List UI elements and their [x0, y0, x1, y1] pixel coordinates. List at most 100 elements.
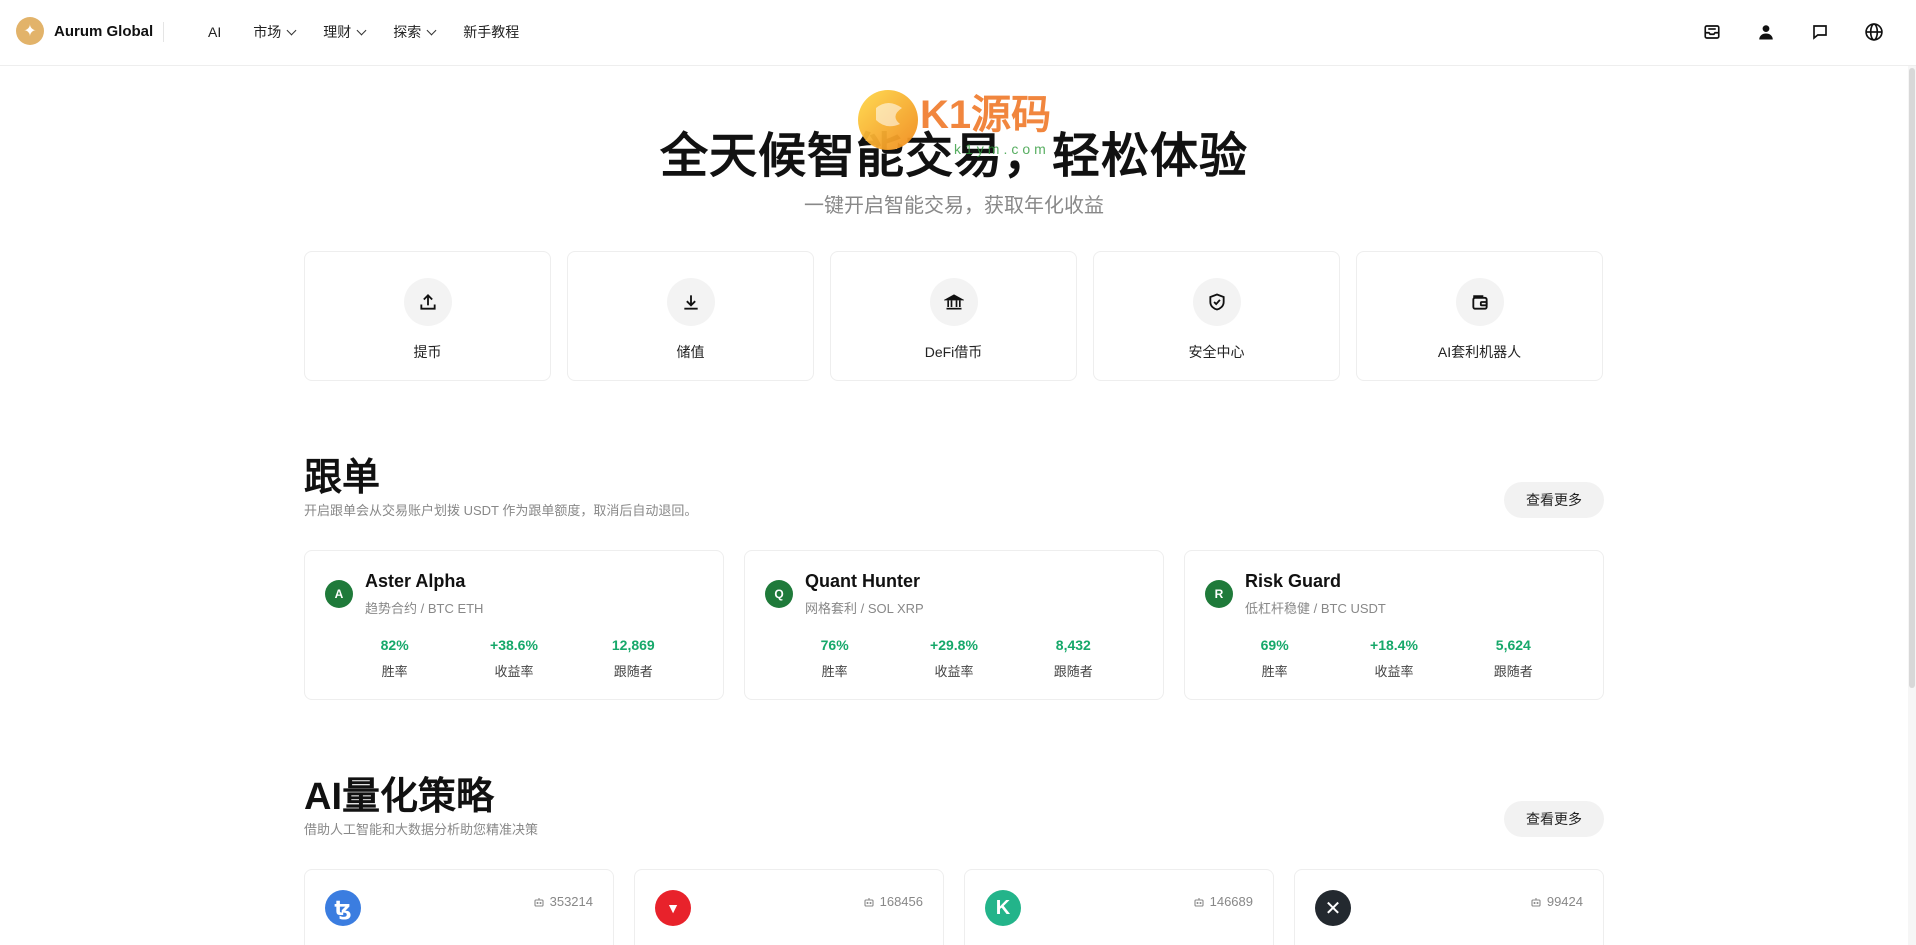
- stat-followers: 5,624 跟随者: [1463, 637, 1563, 680]
- quick-action-label: 储值: [676, 344, 705, 360]
- stat-value: 82%: [380, 637, 409, 653]
- chevron-down-icon: [426, 25, 437, 35]
- strategy-user-count: 353214: [533, 894, 593, 909]
- stat-value: 69%: [1260, 637, 1289, 653]
- nav-divider: [163, 22, 164, 42]
- stat-followers: 12,869 跟随者: [583, 637, 683, 680]
- trader-name: Aster Alpha: [365, 571, 466, 591]
- robot-icon: [1194, 897, 1204, 907]
- stat-followers: 8,432 跟随者: [1023, 637, 1123, 680]
- ai-strategy-title: AI量化策略: [304, 776, 495, 818]
- stat-label: 跟随者: [1053, 664, 1093, 679]
- bank-icon: [929, 278, 978, 326]
- stat-label: 胜率: [381, 664, 408, 679]
- globe-icon[interactable]: [1862, 20, 1886, 44]
- menu-item-label: 理财: [323, 24, 352, 40]
- count-value: 146689: [1209, 894, 1253, 909]
- top-nav: ✦ Aurum Global AI 市场 理财 探索 新手教程: [0, 0, 1916, 66]
- robot-icon: [1531, 897, 1541, 907]
- strategy-user-count: 146689: [1193, 894, 1253, 909]
- stat-value: 76%: [820, 637, 849, 653]
- quick-actions: 提币 储值 DeFi借币 安全中心 AI套利机器人: [304, 251, 1603, 381]
- hero-subtitle: 一键开启智能交易，获取年化收益: [804, 195, 1104, 217]
- menu-item-tutorial[interactable]: 新手教程: [463, 22, 519, 42]
- download-icon: [666, 278, 715, 326]
- stat-label: 收益率: [1374, 664, 1414, 679]
- robot-icon: [534, 897, 544, 907]
- strategy-card[interactable]: K 146689: [964, 869, 1274, 945]
- wallet-icon: [1455, 278, 1504, 326]
- chat-icon[interactable]: [1808, 20, 1832, 44]
- trader-name: Quant Hunter: [805, 571, 920, 591]
- stat-win-rate: 69% 胜率: [1225, 637, 1325, 680]
- quick-action-label: DeFi借币: [924, 344, 983, 360]
- ai-strategy-desc: 借助人工智能和大数据分析助您精准决策: [304, 822, 539, 837]
- robot-icon: [864, 897, 874, 907]
- trader-strategy: 网格套利 / SOL XRP: [805, 601, 924, 616]
- stat-value: +18.4%: [1370, 637, 1418, 653]
- brand[interactable]: ✦ Aurum Global: [16, 17, 153, 45]
- xrp-icon: ✕: [1315, 890, 1351, 926]
- trader-card[interactable]: A Aster Alpha 趋势合约 / BTC ETH 82% 胜率 +38.6…: [304, 550, 724, 700]
- trader-card[interactable]: R Risk Guard 低杠杆稳健 / BTC USDT 69% 胜率 +18.…: [1184, 550, 1604, 700]
- quick-action-defi-loan[interactable]: DeFi借币: [830, 251, 1077, 381]
- stat-value: 12,869: [611, 637, 655, 653]
- strategy-user-count: 99424: [1530, 894, 1583, 909]
- menu-item-finance[interactable]: 理财: [323, 22, 367, 42]
- trader-stats: 82% 胜率 +38.6% 收益率 12,869 跟随者: [305, 637, 723, 680]
- menu-item-ai[interactable]: AI: [208, 22, 221, 42]
- stat-label: 收益率: [934, 664, 974, 679]
- avatar: R: [1205, 580, 1233, 608]
- trader-stats: 76% 胜率 +29.8% 收益率 8,432 跟随者: [745, 637, 1163, 680]
- inbox-icon[interactable]: [1700, 20, 1724, 44]
- menu-item-market[interactable]: 市场: [253, 22, 297, 42]
- strategy-card[interactable]: ✕ 99424: [1294, 869, 1604, 945]
- stat-value: 8,432: [1055, 637, 1091, 653]
- ai-strategy-more-button[interactable]: 查看更多: [1504, 801, 1604, 837]
- stat-label: 胜率: [1261, 664, 1288, 679]
- trader-strategy: 低杠杆稳健 / BTC USDT: [1245, 601, 1386, 616]
- count-value: 99424: [1546, 894, 1583, 909]
- menu-item-label: AI: [208, 24, 222, 40]
- main-menu: AI 市场 理财 探索 新手教程: [208, 22, 519, 42]
- tron-icon: ▼: [655, 890, 691, 926]
- quick-action-ai-bot[interactable]: AI套利机器人: [1356, 251, 1603, 381]
- strategy-card[interactable]: ▼ 168456: [634, 869, 944, 945]
- stat-win-rate: 82% 胜率: [345, 637, 445, 680]
- quick-action-security[interactable]: 安全中心: [1093, 251, 1340, 381]
- scrollbar-thumb[interactable]: [1909, 68, 1915, 688]
- stat-return: +29.8% 收益率: [904, 637, 1004, 680]
- trader-card[interactable]: Q Quant Hunter 网格套利 / SOL XRP 76% 胜率 +29.…: [744, 550, 1164, 700]
- stat-label: 收益率: [494, 664, 534, 679]
- trader-list: A Aster Alpha 趋势合约 / BTC ETH 82% 胜率 +38.6…: [304, 550, 1604, 700]
- upload-icon: [403, 278, 452, 326]
- user-icon[interactable]: [1754, 20, 1778, 44]
- brand-name: Aurum Global: [54, 22, 154, 40]
- shield-check-icon: [1192, 278, 1241, 326]
- stat-value: +29.8%: [930, 637, 978, 653]
- tezos-icon: ꜩ: [325, 890, 361, 926]
- copy-trading-title: 跟单: [304, 457, 381, 499]
- trader-name: Risk Guard: [1245, 571, 1342, 591]
- stat-value: +38.6%: [490, 637, 538, 653]
- kucoin-icon: K: [985, 890, 1021, 926]
- copy-trading-more-button[interactable]: 查看更多: [1504, 482, 1604, 518]
- copy-trading-desc: 开启跟单会从交易账户划拨 USDT 作为跟单额度，取消后自动退回。: [304, 503, 698, 518]
- quick-action-deposit[interactable]: 储值: [567, 251, 814, 381]
- avatar: Q: [765, 580, 793, 608]
- menu-item-explore[interactable]: 探索: [393, 22, 437, 42]
- stat-return: +18.4% 收益率: [1344, 637, 1444, 680]
- stat-label: 跟随者: [613, 664, 653, 679]
- strategy-user-count: 168456: [863, 894, 923, 909]
- quick-action-withdraw[interactable]: 提币: [304, 251, 551, 381]
- chevron-down-icon: [356, 25, 367, 35]
- strategy-card[interactable]: ꜩ 353214: [304, 869, 614, 945]
- brand-logo-icon: ✦: [16, 17, 44, 45]
- watermark-logo: K1源码 k1ym.com: [858, 78, 1058, 168]
- stat-label: 胜率: [821, 664, 848, 679]
- stat-label: 跟随者: [1493, 664, 1533, 679]
- stat-value: 5,624: [1495, 637, 1531, 653]
- menu-item-label: 新手教程: [463, 24, 520, 40]
- quick-action-label: 安全中心: [1188, 344, 1245, 360]
- strategy-list: ꜩ 353214 ▼ 168456 K 146689 ✕ 99424: [304, 869, 1604, 945]
